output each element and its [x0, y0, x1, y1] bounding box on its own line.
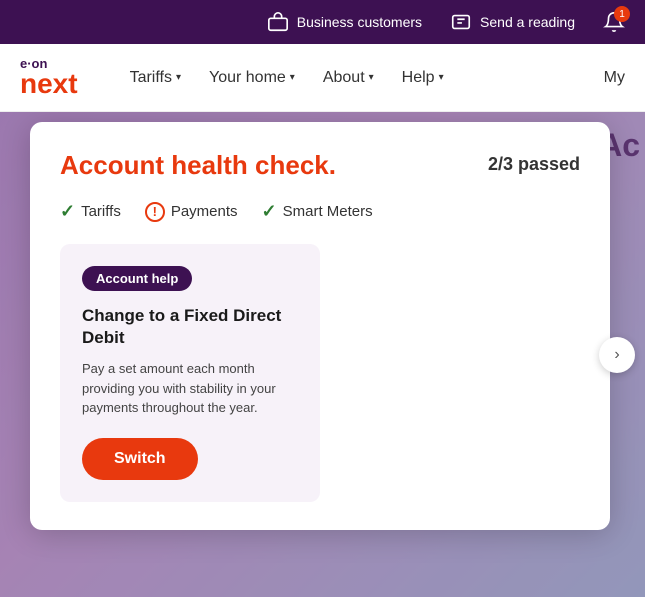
check-smart-meters: ✓ Smart Meters: [262, 201, 373, 222]
notifications-link[interactable]: 1: [603, 11, 625, 33]
modal-checks: ✓ Tariffs ! Payments ✓ Smart Meters: [60, 201, 580, 222]
modal-header: Account health check. 2/3 passed: [60, 150, 580, 181]
about-chevron-icon: ▾: [369, 72, 374, 83]
carousel-next-button[interactable]: ›: [599, 337, 635, 373]
nav-about[interactable]: About ▾: [311, 61, 386, 95]
send-reading-link[interactable]: Send a reading: [450, 11, 575, 33]
business-customers-link[interactable]: Business customers: [267, 11, 422, 33]
switch-button[interactable]: Switch: [82, 438, 198, 480]
info-card: Account help Change to a Fixed Direct De…: [60, 244, 320, 502]
main-background: Ac Account health check. 2/3 passed ✓ Ta…: [0, 112, 645, 597]
nav-bar: e·on next Tariffs ▾ Your home ▾ About ▾ …: [0, 44, 645, 112]
my-label: My: [604, 69, 625, 86]
your-home-chevron-icon: ▾: [290, 72, 295, 83]
check-tariffs-label: Tariffs: [81, 203, 121, 220]
nav-tariffs[interactable]: Tariffs ▾: [118, 61, 193, 95]
modal-title: Account health check.: [60, 150, 336, 181]
business-customers-label: Business customers: [297, 14, 422, 30]
nav-your-home[interactable]: Your home ▾: [197, 61, 307, 95]
your-home-label: Your home: [209, 69, 286, 87]
logo[interactable]: e·on next: [20, 57, 78, 98]
nav-items: Tariffs ▾ Your home ▾ About ▾ Help ▾: [118, 61, 604, 95]
check-payments-label: Payments: [171, 203, 238, 220]
check-tariffs-icon: ✓: [60, 201, 75, 222]
check-tariffs: ✓ Tariffs: [60, 201, 121, 222]
health-check-modal: Account health check. 2/3 passed ✓ Tarif…: [30, 122, 610, 530]
help-label: Help: [402, 69, 435, 87]
info-card-title: Change to a Fixed Direct Debit: [82, 305, 298, 349]
notification-count: 1: [614, 6, 630, 22]
info-card-desc: Pay a set amount each month providing yo…: [82, 359, 298, 418]
modal-score: 2/3 passed: [488, 154, 580, 175]
meter-icon: [450, 11, 472, 33]
nav-help[interactable]: Help ▾: [390, 61, 456, 95]
check-payments: ! Payments: [145, 202, 238, 222]
briefcase-icon: [267, 11, 289, 33]
check-smart-meters-icon: ✓: [262, 201, 277, 222]
chevron-right-icon: ›: [614, 346, 619, 364]
tariffs-chevron-icon: ▾: [176, 72, 181, 83]
logo-next-text: next: [20, 70, 78, 98]
send-reading-label: Send a reading: [480, 14, 575, 30]
help-chevron-icon: ▾: [439, 72, 444, 83]
tariffs-label: Tariffs: [130, 69, 172, 87]
nav-my-account[interactable]: My: [604, 69, 625, 87]
check-smart-meters-label: Smart Meters: [283, 203, 373, 220]
check-payments-icon: !: [145, 202, 165, 222]
account-help-badge: Account help: [82, 266, 192, 291]
about-label: About: [323, 69, 365, 87]
top-bar: Business customers Send a reading 1: [0, 0, 645, 44]
